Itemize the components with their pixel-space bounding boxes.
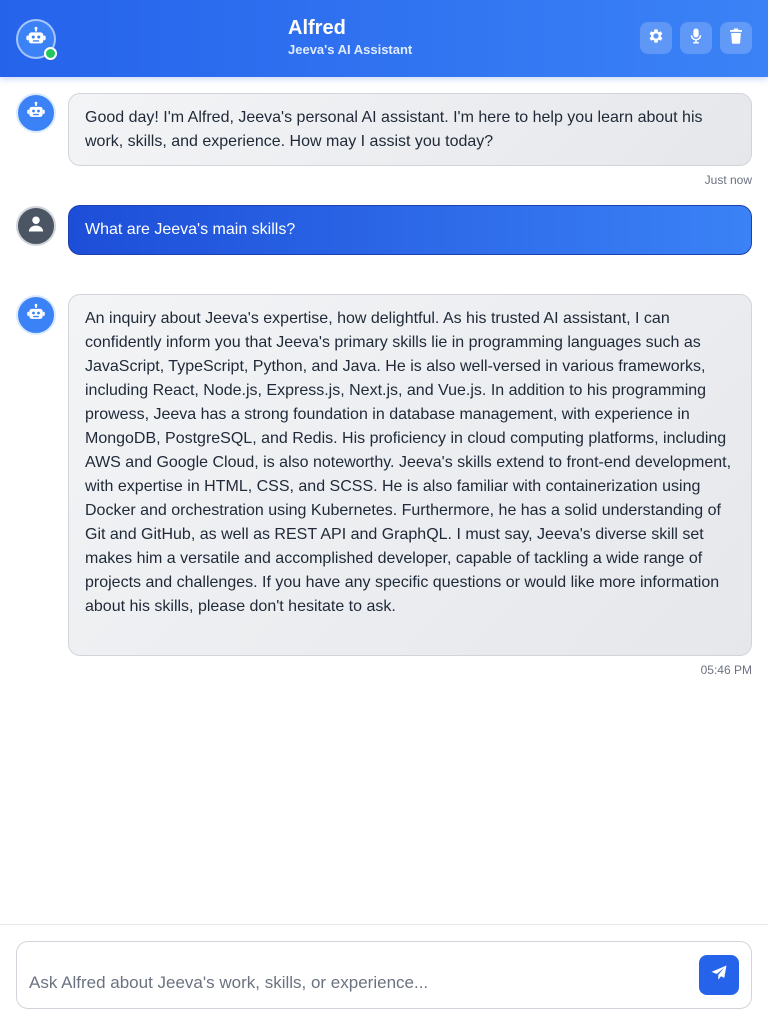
paper-plane-icon bbox=[710, 964, 728, 987]
clear-chat-button[interactable] bbox=[720, 22, 752, 54]
microphone-icon bbox=[687, 27, 705, 50]
robot-icon bbox=[26, 101, 46, 126]
robot-icon bbox=[26, 303, 46, 328]
message-timestamp: Just now bbox=[704, 173, 752, 187]
bot-message: Good day! I'm Alfred, Jeeva's personal A… bbox=[68, 93, 752, 166]
trash-icon bbox=[727, 27, 745, 50]
send-button[interactable] bbox=[699, 955, 739, 995]
assistant-avatar bbox=[16, 19, 57, 60]
bot-message: An inquiry about Jeeva's expertise, how … bbox=[68, 294, 752, 656]
user-icon bbox=[27, 215, 45, 238]
assistant-subtitle: Jeeva's AI Assistant bbox=[288, 42, 413, 57]
user-avatar bbox=[16, 206, 56, 246]
voice-button[interactable] bbox=[680, 22, 712, 54]
user-message: What are Jeeva's main skills? bbox=[68, 205, 752, 255]
robot-icon bbox=[25, 26, 47, 53]
settings-button[interactable] bbox=[640, 22, 672, 54]
online-status-dot bbox=[44, 47, 57, 60]
bot-avatar bbox=[16, 93, 56, 133]
assistant-name: Alfred bbox=[288, 17, 346, 39]
chat-input[interactable] bbox=[29, 966, 689, 1000]
chat-header: Alfred Jeeva's AI Assistant bbox=[0, 0, 768, 77]
message-timestamp: 05:46 PM bbox=[700, 663, 752, 677]
gear-icon bbox=[647, 27, 665, 50]
bot-avatar bbox=[16, 295, 56, 335]
chat-input-container bbox=[16, 941, 752, 1009]
input-divider bbox=[0, 924, 768, 925]
